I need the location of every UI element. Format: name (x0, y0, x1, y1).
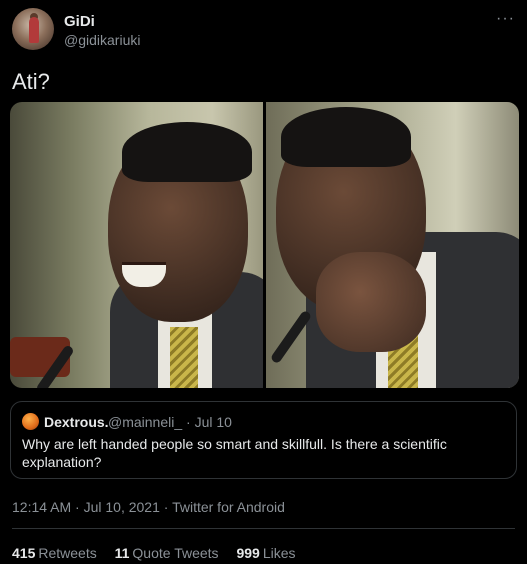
quote-tweets-count[interactable]: 11 (115, 545, 130, 561)
author-avatar[interactable] (12, 8, 54, 50)
engagement-stats: 415 Retweets 11 Quote Tweets 999 Likes (12, 545, 310, 561)
quote-tweets-label[interactable]: Quote Tweets (132, 545, 218, 561)
divider (12, 528, 515, 529)
hand-shape (316, 252, 426, 352)
avatar-figure-body (29, 17, 39, 43)
quoted-author-name: Dextrous. (44, 414, 109, 430)
likes-label[interactable]: Likes (263, 545, 296, 561)
tweet-timestamp[interactable]: 12:14 AM · Jul 10, 2021 · Twitter for An… (12, 499, 285, 515)
quoted-tweet-text: Why are left handed people so smart and … (22, 436, 447, 470)
likes-count[interactable]: 999 (236, 545, 259, 561)
tweet-text: Ati? (12, 69, 50, 94)
retweets-label[interactable]: Retweets (38, 545, 96, 561)
photo-man-covering-mouth[interactable] (266, 102, 519, 388)
more-options-icon[interactable]: ··· (496, 10, 515, 28)
author-name[interactable]: GiDi (64, 13, 95, 30)
tie-shape (170, 327, 198, 388)
hair-shape (281, 107, 411, 167)
quoted-tweet[interactable]: Dextrous. @mainneli_ · Jul 10 Why are le… (10, 401, 517, 479)
author-handle[interactable]: @gidikariuki (64, 32, 140, 48)
quoted-author-avatar (22, 413, 39, 430)
quoted-author-handle: @mainneli_ · Jul 10 (108, 414, 232, 430)
retweets-count[interactable]: 415 (12, 545, 35, 561)
photo-laughing-man[interactable] (10, 102, 263, 388)
tweet-media[interactable] (10, 102, 519, 388)
hair-shape (122, 122, 252, 182)
